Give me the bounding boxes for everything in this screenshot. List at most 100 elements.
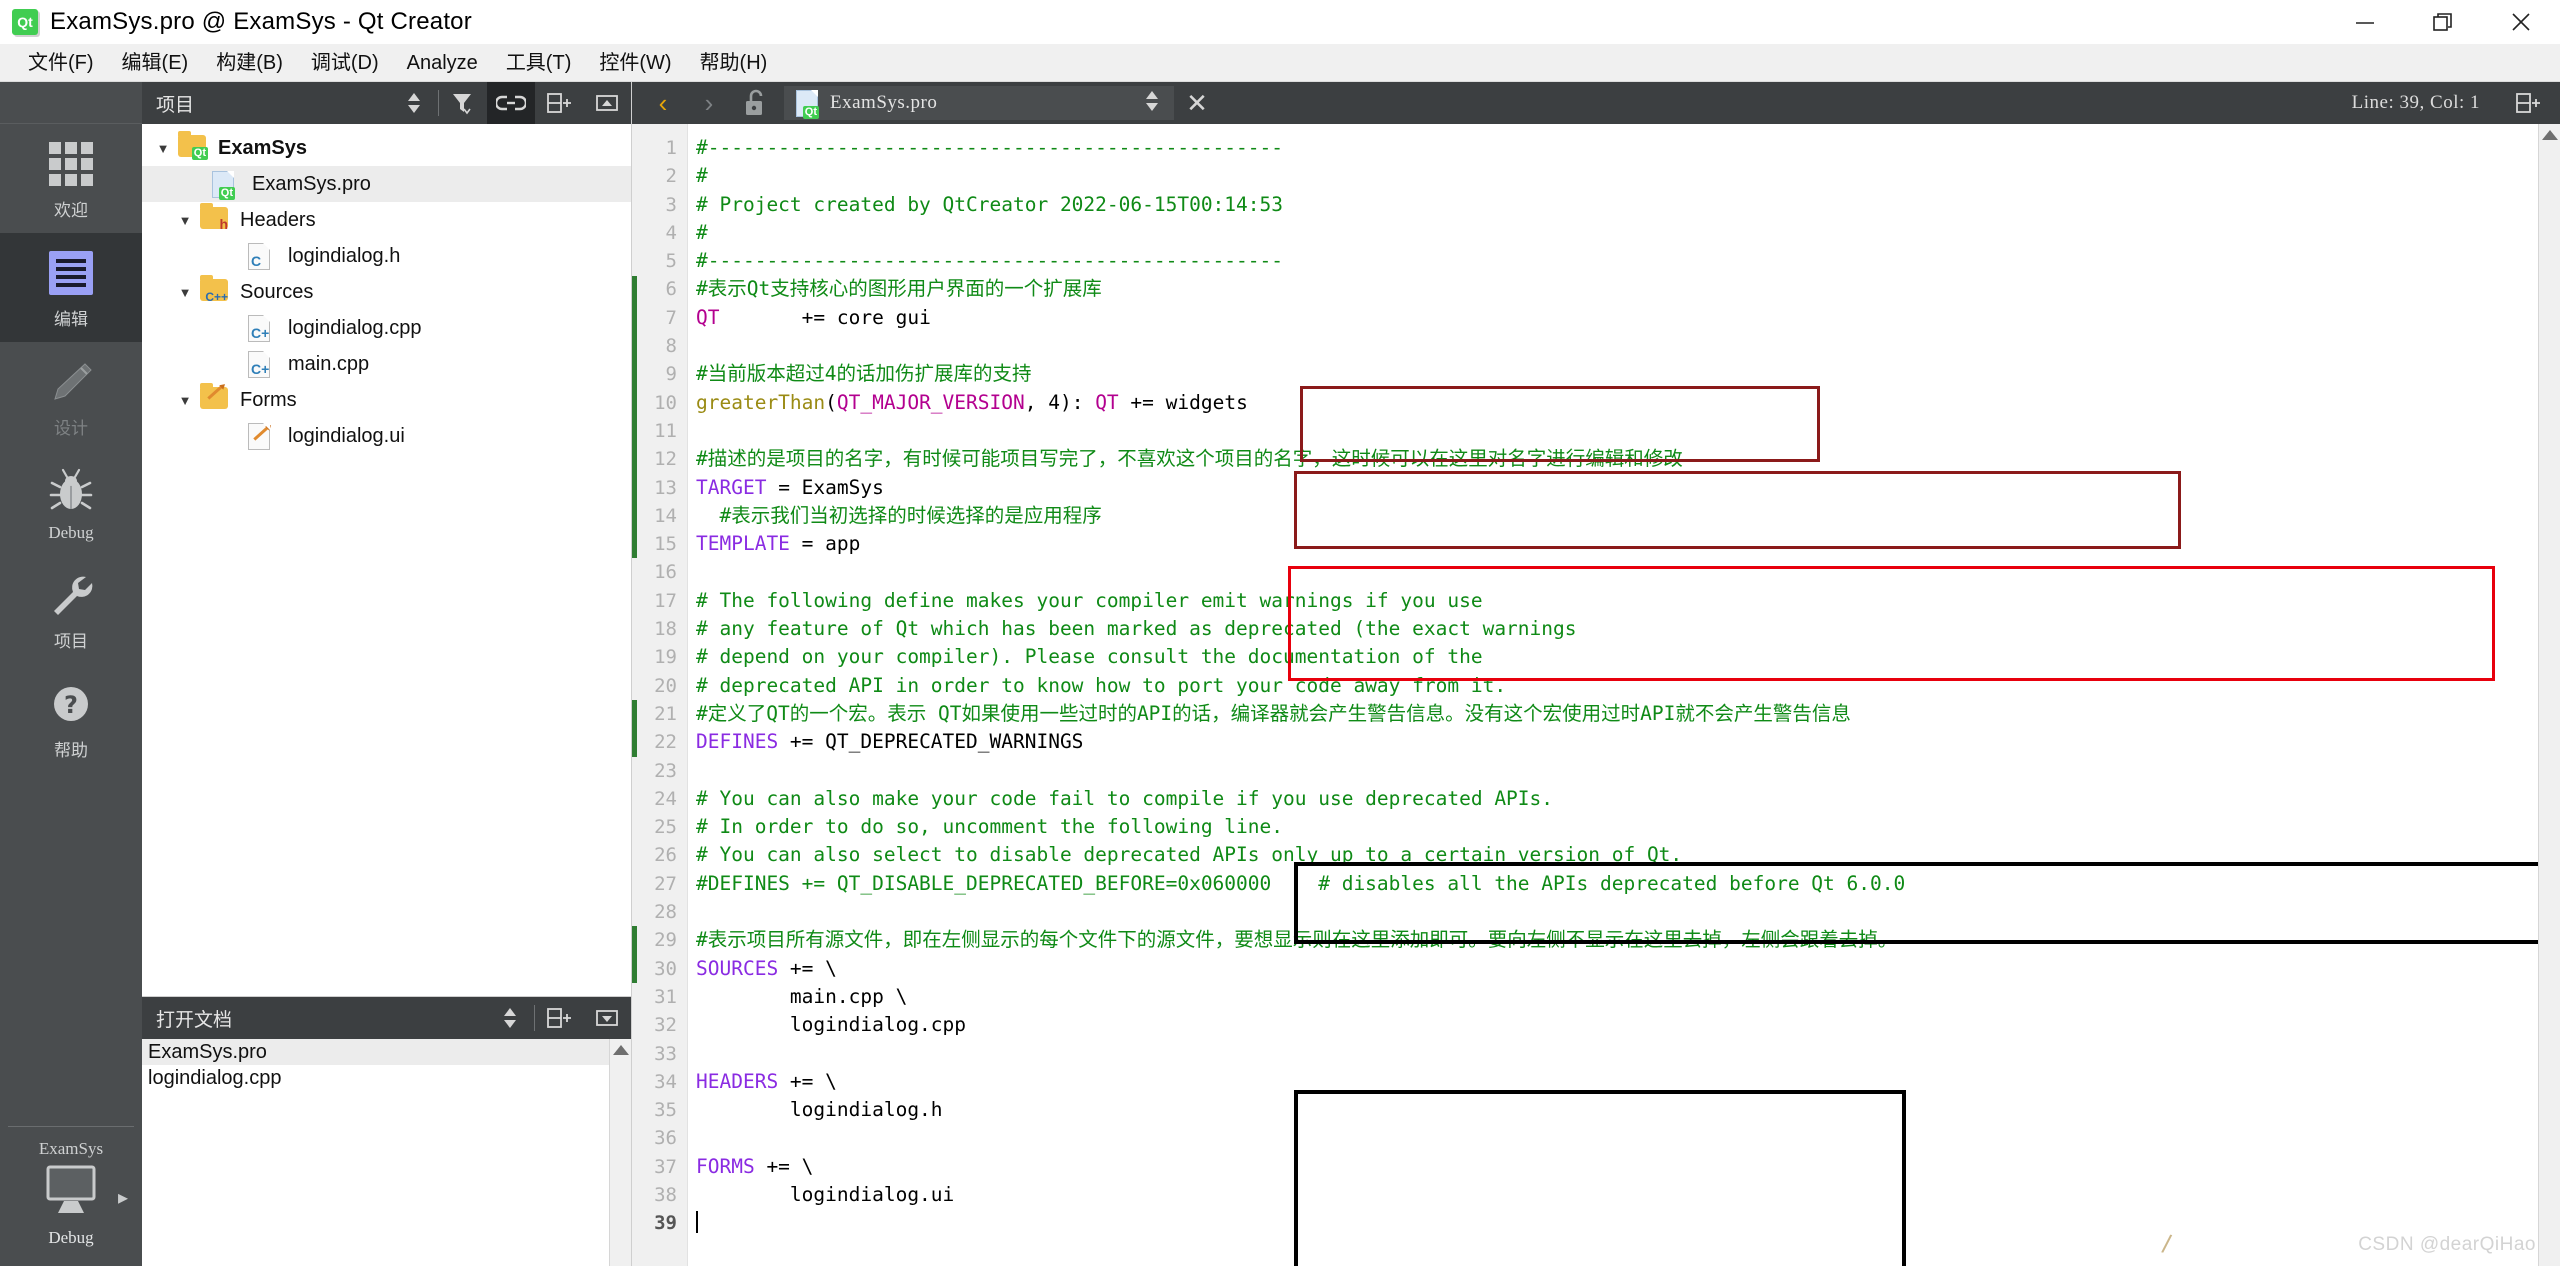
mode-design[interactable]: 设计 bbox=[0, 342, 142, 451]
code-line[interactable]: QT += core gui bbox=[696, 304, 2560, 332]
tree-item-headers[interactable]: ▼ h Headers bbox=[142, 202, 631, 238]
editor-file-dropdown-icon[interactable] bbox=[1142, 89, 1162, 118]
code-line[interactable]: main.cpp \ bbox=[696, 983, 2560, 1011]
code-line[interactable]: # In order to do so, uncomment the follo… bbox=[696, 813, 2560, 841]
minimize-button[interactable] bbox=[2326, 0, 2404, 44]
mode-welcome[interactable]: 欢迎 bbox=[0, 124, 142, 233]
code-line[interactable]: # bbox=[696, 162, 2560, 190]
chevron-down-icon[interactable]: ▼ bbox=[170, 393, 200, 408]
code-line[interactable]: #表示项目所有源文件，即在左侧显示的每个文件下的源文件，要想显示则在这里添加即可… bbox=[696, 926, 2560, 954]
collapse-down-icon[interactable] bbox=[583, 997, 631, 1039]
mode-help[interactable]: ? 帮助 bbox=[0, 664, 142, 773]
mode-debug[interactable]: Debug bbox=[0, 451, 142, 555]
code-line[interactable] bbox=[696, 332, 2560, 360]
code-line[interactable] bbox=[696, 898, 2560, 926]
question-circle-icon: ? bbox=[45, 678, 97, 730]
menu-item-build[interactable]: 构建(B) bbox=[202, 47, 297, 79]
sort-toggle-icon[interactable] bbox=[486, 997, 534, 1039]
menu-item-tools[interactable]: 工具(T) bbox=[492, 47, 586, 79]
tree-item-logindialog-cpp[interactable]: C+ logindialog.cpp bbox=[142, 310, 631, 346]
menu-item-debug[interactable]: 调试(D) bbox=[297, 47, 393, 79]
collapse-icon[interactable] bbox=[583, 82, 631, 124]
code-line[interactable]: # deprecated API in order to know how to… bbox=[696, 672, 2560, 700]
code-view[interactable]: 1 2 3 4 5 6 7 8 9 10 11 12 13 14 15 16 17 18 19 20 21 22 23 24 2… bbox=[632, 124, 2560, 1266]
project-tree[interactable]: ▼ Qt ExamSys Qt ExamSys.pro ▼ h Headers bbox=[142, 124, 631, 996]
menu-item-edit[interactable]: 编辑(E) bbox=[108, 47, 203, 79]
menu-item-help[interactable]: 帮助(H) bbox=[686, 47, 782, 79]
code-line[interactable]: # The following define makes your compil… bbox=[696, 587, 2560, 615]
split-icon[interactable] bbox=[2504, 82, 2552, 124]
code-line[interactable] bbox=[696, 1040, 2560, 1068]
split-icon[interactable] bbox=[535, 82, 583, 124]
scroll-up-arrow-icon[interactable] bbox=[2541, 130, 2558, 140]
code-line[interactable] bbox=[696, 417, 2560, 445]
tree-item-logindialog-h[interactable]: C logindialog.h bbox=[142, 238, 631, 274]
code-line[interactable]: #DEFINES += QT_DISABLE_DEPRECATED_BEFORE… bbox=[696, 870, 2560, 898]
run-button[interactable]: ▸ bbox=[118, 1185, 128, 1210]
tree-item-examsys-pro[interactable]: Qt ExamSys.pro bbox=[142, 166, 631, 202]
chevron-down-icon[interactable]: ▼ bbox=[148, 141, 178, 156]
code-line[interactable] bbox=[696, 757, 2560, 785]
tree-item-sources[interactable]: ▼ C++ Sources bbox=[142, 274, 631, 310]
tree-item-label: logindialog.cpp bbox=[288, 316, 422, 339]
code-line[interactable]: logindialog.h bbox=[696, 1096, 2560, 1124]
editor-file-tab[interactable]: Qt ExamSys.pro bbox=[784, 86, 1174, 120]
code-line[interactable] bbox=[696, 1124, 2560, 1152]
code-line[interactable]: # Project created by QtCreator 2022-06-1… bbox=[696, 191, 2560, 219]
unlocked-padlock-icon[interactable] bbox=[732, 82, 778, 124]
code-line[interactable]: # You can also select to disable depreca… bbox=[696, 841, 2560, 869]
open-document-item[interactable]: ExamSys.pro bbox=[142, 1039, 631, 1065]
code-line[interactable] bbox=[696, 1209, 2560, 1237]
menu-item-analyze[interactable]: Analyze bbox=[393, 47, 492, 79]
code-text[interactable]: #---------------------------------------… bbox=[688, 124, 2560, 1266]
sort-toggle-icon[interactable] bbox=[390, 82, 438, 124]
code-line[interactable]: TARGET = ExamSys bbox=[696, 474, 2560, 502]
code-line[interactable]: #定义了QT的一个宏。表示 QT如果使用一些过时的API的话，编译器就会产生警告… bbox=[696, 700, 2560, 728]
mode-projects[interactable]: 项目 bbox=[0, 555, 142, 664]
code-line[interactable]: #描述的是项目的名字，有时候可能项目写完了，不喜欢这个项目的名字，这时候可以在这… bbox=[696, 445, 2560, 473]
editor-scrollbar[interactable] bbox=[2538, 124, 2560, 1266]
code-line[interactable]: DEFINES += QT_DEPRECATED_WARNINGS bbox=[696, 728, 2560, 756]
code-line[interactable]: logindialog.ui bbox=[696, 1181, 2560, 1209]
chevron-down-icon[interactable]: ▼ bbox=[170, 213, 200, 228]
open-documents-list[interactable]: ExamSys.pro logindialog.cpp bbox=[142, 1039, 631, 1266]
code-line[interactable]: #表示我们当初选择的时候选择的是应用程序 bbox=[696, 502, 2560, 530]
code-line[interactable]: #当前版本超过4的话加伤扩展库的支持 bbox=[696, 360, 2560, 388]
tree-item-logindialog-ui[interactable]: logindialog.ui bbox=[142, 418, 631, 454]
code-line[interactable]: SOURCES += \ bbox=[696, 955, 2560, 983]
code-line[interactable]: # depend on your compiler). Please consu… bbox=[696, 643, 2560, 671]
code-line[interactable]: FORMS += \ bbox=[696, 1153, 2560, 1181]
chevron-down-icon[interactable]: ▼ bbox=[170, 285, 200, 300]
code-line[interactable]: # bbox=[696, 219, 2560, 247]
code-line[interactable] bbox=[696, 558, 2560, 586]
code-line[interactable]: #表示Qt支持核心的图形用户界面的一个扩展库 bbox=[696, 275, 2560, 303]
code-line[interactable]: TEMPLATE = app bbox=[696, 530, 2560, 558]
code-line[interactable]: #---------------------------------------… bbox=[696, 247, 2560, 275]
tree-item-examsys[interactable]: ▼ Qt ExamSys bbox=[142, 130, 631, 166]
kit-selector[interactable]: ExamSys Debug ▸ bbox=[0, 1127, 142, 1266]
navigate-forward-button[interactable]: › bbox=[686, 82, 732, 124]
link-icon[interactable] bbox=[487, 82, 535, 124]
code-line[interactable]: #---------------------------------------… bbox=[696, 134, 2560, 162]
code-line[interactable]: # You can also make your code fail to co… bbox=[696, 785, 2560, 813]
open-documents-scrollbar[interactable] bbox=[609, 1039, 631, 1266]
code-line[interactable]: HEADERS += \ bbox=[696, 1068, 2560, 1096]
mode-edit-label: 编辑 bbox=[54, 310, 88, 329]
filter-icon[interactable] bbox=[439, 82, 487, 124]
tree-item-main-cpp[interactable]: C+ main.cpp bbox=[142, 346, 631, 382]
close-button[interactable] bbox=[2482, 0, 2560, 44]
code-line[interactable]: # any feature of Qt which has been marke… bbox=[696, 615, 2560, 643]
navigate-back-button[interactable]: ‹ bbox=[640, 82, 686, 124]
restore-button[interactable] bbox=[2404, 0, 2482, 44]
split-icon[interactable] bbox=[535, 997, 583, 1039]
code-line[interactable]: greaterThan(QT_MAJOR_VERSION, 4): QT += … bbox=[696, 389, 2560, 417]
menu-item-file[interactable]: 文件(F) bbox=[14, 47, 108, 79]
menu-item-window[interactable]: 控件(W) bbox=[585, 47, 685, 79]
code-line[interactable]: logindialog.cpp bbox=[696, 1011, 2560, 1039]
scroll-up-arrow-icon[interactable] bbox=[612, 1045, 629, 1055]
close-editor-button[interactable]: ✕ bbox=[1174, 82, 1220, 124]
mode-edit[interactable]: 编辑 bbox=[0, 233, 142, 342]
code-token: # bbox=[696, 220, 708, 244]
open-document-item[interactable]: logindialog.cpp bbox=[142, 1065, 631, 1091]
tree-item-forms[interactable]: ▼ Forms bbox=[142, 382, 631, 418]
